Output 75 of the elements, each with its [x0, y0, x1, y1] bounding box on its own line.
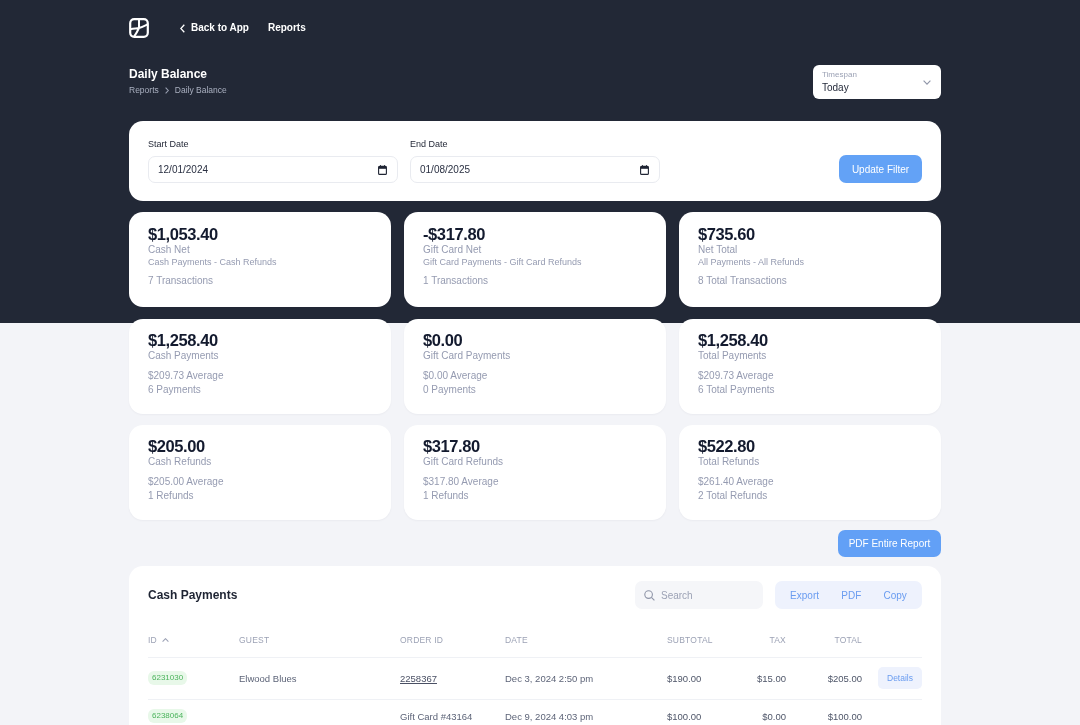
stat-amount: $522.80: [698, 436, 756, 456]
stat-amount: $317.80: [423, 436, 481, 456]
stat-average: $0.00 Average: [423, 369, 489, 383]
stat-average: $261.40 Average: [698, 475, 775, 489]
calendar-icon: [640, 164, 649, 175]
table-cell-text: Dec 3, 2024 2:50 pm: [505, 671, 595, 685]
stat-amount: $735.60: [698, 224, 756, 244]
field-label: Start Date: [148, 138, 190, 150]
order-link[interactable]: 2258367: [400, 671, 505, 685]
column-header: DATE: [505, 635, 529, 645]
stat-average: $317.80 Average: [423, 475, 500, 489]
column-header: ORDER ID: [400, 635, 445, 645]
table-cell: $0.00: [762, 709, 786, 723]
calendar-icon: [378, 164, 387, 175]
stat-count: 6 Total Payments: [698, 383, 776, 397]
stat-amount: $1,053.40: [148, 224, 219, 244]
column-header: GUEST: [239, 635, 271, 645]
search-field[interactable]: Search: [635, 581, 763, 609]
stat-label: Gift Card Payments: [423, 350, 512, 362]
stat-count: 1 Transactions: [423, 274, 490, 288]
id-badge: 6231030: [148, 671, 188, 685]
table-cell-text: Elwood Blues: [239, 671, 298, 685]
chevron-right-icon: [164, 86, 169, 94]
search-icon: [644, 589, 655, 601]
stat-label: Cash Net: [148, 244, 191, 256]
stat-formula: All Payments - All Refunds: [698, 256, 806, 268]
table-cell: $100.00: [827, 709, 862, 723]
stat-formula: Cash Payments - Cash Refunds: [148, 256, 278, 268]
stat-count: 1 Refunds: [148, 489, 195, 503]
id-badge: 6238064: [148, 709, 188, 723]
date-field[interactable]: 01/08/2025: [410, 156, 660, 183]
stat-label: Cash Payments: [148, 350, 220, 362]
stat-label: Net Total: [698, 244, 739, 256]
stat-count: 8 Total Transactions: [698, 274, 788, 288]
field-label: End Date: [410, 138, 449, 150]
stat-label: Gift Card Net: [423, 244, 483, 256]
stat-label: Cash Refunds: [148, 456, 213, 468]
table-cell-text: Dec 9, 2024 4:03 pm: [505, 709, 595, 723]
stat-amount: $0.00: [423, 330, 464, 350]
table-cell: $15.00: [756, 671, 786, 685]
stat-count: 6 Payments: [148, 383, 202, 397]
breadcrumb-link[interactable]: Reports: [129, 84, 159, 96]
stat-label: Total Payments: [698, 350, 768, 362]
stat-formula: Gift Card Payments - Gift Card Refunds: [423, 256, 583, 268]
nav-link[interactable]: Reports: [267, 21, 306, 35]
table-cell-text: Gift Card #43164: [400, 709, 474, 723]
chevron-left-icon: [180, 23, 185, 33]
page-title: Daily Balance: [129, 66, 209, 82]
table-cell-text: $190.00: [667, 671, 703, 685]
column-header: ID: [148, 635, 157, 645]
stat-average: $209.73 Average: [698, 369, 775, 383]
breadcrumb-current: Daily Balance: [174, 84, 227, 96]
stat-average: $209.73 Average: [148, 369, 225, 383]
stat-amount: $1,258.40: [148, 330, 219, 350]
stat-count: 2 Total Refunds: [698, 489, 769, 503]
column-header: TOTAL: [834, 635, 862, 645]
chevron-down-icon: [923, 79, 931, 85]
stat-amount: $1,258.40: [698, 330, 769, 350]
stat-label: Gift Card Refunds: [423, 456, 505, 468]
table-cell: $205.00: [827, 671, 862, 685]
table-cell-text: $100.00: [667, 709, 703, 723]
table-title: Cash Payments: [148, 587, 238, 603]
stat-count: 0 Payments: [423, 383, 477, 397]
logo-icon[interactable]: [129, 18, 149, 38]
stat-amount: $205.00: [148, 436, 206, 456]
stat-count: 1 Refunds: [423, 489, 470, 503]
stat-label: Total Refunds: [698, 456, 761, 468]
stat-average: $205.00 Average: [148, 475, 225, 489]
stat-amount: -$317.80: [423, 224, 486, 244]
column-header: TAX: [769, 635, 786, 645]
back-link[interactable]: Back to App: [180, 21, 249, 35]
timespan-dropdown[interactable]: Timespan Today: [813, 65, 941, 99]
date-field[interactable]: 12/01/2024: [148, 156, 398, 183]
stat-count: 7 Transactions: [148, 274, 215, 288]
column-header: SUBTOTAL: [667, 635, 714, 645]
